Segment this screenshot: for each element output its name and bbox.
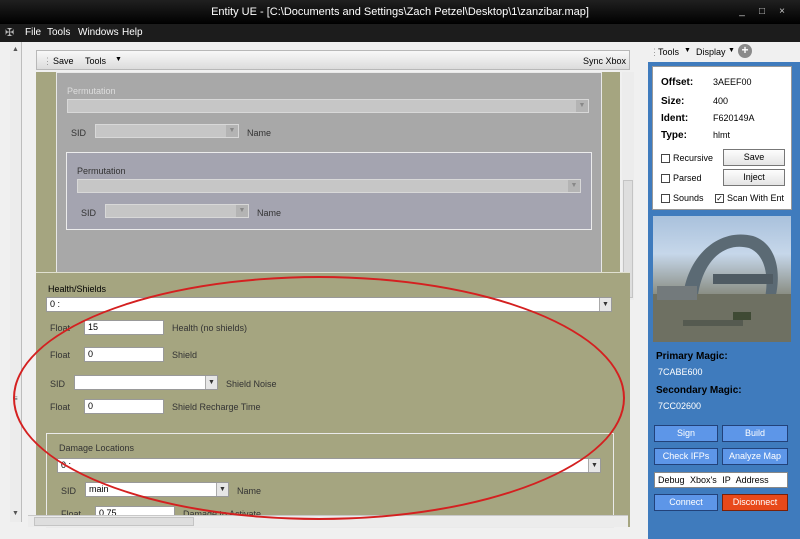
menu-help[interactable]: Help: [122, 27, 143, 38]
menu-tools[interactable]: Tools: [47, 27, 70, 38]
tools-dropdown[interactable]: Tools: [85, 56, 106, 66]
disconnect-button[interactable]: Disconnect: [722, 494, 788, 511]
health-shields-header: Health/Shields: [48, 284, 107, 294]
sid-label: SID: [71, 128, 87, 138]
debug-ip-input[interactable]: Debug Xbox's IP Address: [654, 472, 788, 488]
map-preview-graphic: [653, 234, 791, 342]
health-index-value: 0 :: [50, 299, 61, 309]
chevron-down-icon[interactable]: ▼: [588, 459, 600, 472]
size-label: Size:: [661, 96, 685, 107]
sounds-label: Sounds: [673, 193, 704, 203]
primary-magic-value: 7CABE600: [658, 367, 703, 377]
connect-button[interactable]: Connect: [654, 494, 718, 511]
save-tag-button[interactable]: Save: [723, 149, 785, 166]
chevron-down-icon[interactable]: ▼: [236, 205, 248, 217]
title-bar: Entity UE - [C:\Documents and Settings\Z…: [0, 0, 800, 24]
permutation-sub-combo[interactable]: ▼: [77, 179, 581, 193]
name-label: Name: [247, 128, 272, 138]
permutation-combo[interactable]: ▼: [67, 99, 589, 113]
sign-button[interactable]: Sign: [654, 425, 718, 442]
editor-area: ▲ ≡ ▼ ⋮ Save Tools ▼ Sync Xbox Permutati…: [0, 42, 648, 539]
ident-label: Ident:: [661, 113, 689, 124]
menu-bar: ✠ File Tools Windows Help: [0, 24, 800, 42]
build-button[interactable]: Build: [722, 425, 788, 442]
minimize-button[interactable]: _: [736, 6, 748, 18]
panel-scrollbar[interactable]: [622, 72, 634, 300]
chevron-down-icon[interactable]: ▼: [568, 180, 580, 192]
chevron-down-icon[interactable]: ▼: [728, 47, 735, 54]
secondary-magic-value: 7CC02600: [658, 401, 702, 411]
chevron-down-icon[interactable]: ▼: [599, 298, 611, 311]
highlight-ellipse: [13, 276, 625, 520]
type-label: Type:: [661, 130, 687, 141]
save-button[interactable]: Save: [53, 56, 74, 66]
toolbar-grip-icon: ⋮: [43, 56, 52, 66]
offset-value: 3AEEF00: [713, 77, 752, 87]
chevron-down-icon[interactable]: ▼: [115, 56, 122, 63]
permutation-label: Permutation: [67, 86, 116, 96]
sid-sub-combo[interactable]: ▼: [105, 204, 249, 218]
recursive-checkbox[interactable]: [661, 154, 670, 163]
analyze-map-button[interactable]: Analyze Map: [722, 448, 788, 465]
editor-toolbar: ⋮ Save Tools ▼ Sync Xbox: [36, 50, 630, 70]
add-icon[interactable]: +: [738, 44, 752, 58]
menu-file[interactable]: File: [25, 27, 41, 38]
recursive-label: Recursive: [673, 153, 714, 163]
parsed-checkbox[interactable]: [661, 174, 670, 183]
close-button[interactable]: ×: [776, 6, 788, 18]
permutation-panel: Permutation ▼ SID ▼ Name Permutation ▼ S…: [36, 72, 620, 300]
side-panel: ⋮ Tools ▼ Display ▼ + Offset: 3AEEF00 Si…: [648, 42, 800, 539]
chevron-down-icon[interactable]: ▼: [576, 100, 588, 112]
side-toolbar: ⋮ Tools ▼ Display ▼ +: [648, 42, 800, 62]
maximize-button[interactable]: □: [756, 6, 768, 18]
inject-button[interactable]: Inject: [723, 169, 785, 186]
side-tools-dropdown[interactable]: Tools: [658, 47, 679, 57]
menu-windows[interactable]: Windows: [78, 27, 119, 38]
size-value: 400: [713, 96, 729, 106]
permutation-subgroup: Permutation ▼ SID ▼ Name: [66, 152, 592, 230]
scroll-up-icon[interactable]: ▲: [12, 46, 19, 53]
tag-info-box: Offset: 3AEEF00 Size: 400 Ident: F620149…: [652, 66, 792, 210]
scan-with-ent-checkbox[interactable]: ✓: [715, 194, 724, 203]
sync-xbox-button[interactable]: Sync Xbox: [583, 56, 626, 66]
sid-sub-label: SID: [81, 208, 97, 218]
name-sub-label: Name: [257, 208, 282, 218]
map-preview-image: [653, 216, 791, 342]
scroll-down-icon[interactable]: ▼: [12, 510, 19, 517]
window-title: Entity UE - [C:\Documents and Settings\Z…: [211, 6, 589, 18]
ident-value: F620149A: [713, 113, 755, 123]
app-logo-icon: ✠: [5, 27, 15, 39]
sid-combo[interactable]: ▼: [95, 124, 239, 138]
parsed-label: Parsed: [673, 173, 702, 183]
scroll-thumb[interactable]: [34, 517, 194, 526]
field-type-label: SID: [61, 486, 77, 496]
chevron-down-icon[interactable]: ▼: [684, 47, 691, 54]
permutation-sub-label: Permutation: [77, 166, 126, 176]
chevron-down-icon[interactable]: ▼: [226, 125, 238, 137]
primary-magic-label: Primary Magic:: [656, 351, 728, 362]
left-scrollbar[interactable]: ▲ ≡ ▼: [10, 42, 22, 522]
type-value: hlmt: [713, 130, 731, 140]
check-ifps-button[interactable]: Check IFPs: [654, 448, 718, 465]
secondary-magic-label: Secondary Magic:: [656, 385, 742, 396]
scan-with-ent-label: Scan With Ent: [727, 193, 785, 203]
sounds-checkbox[interactable]: [661, 194, 670, 203]
offset-label: Offset:: [661, 77, 694, 88]
display-dropdown[interactable]: Display: [696, 47, 726, 57]
